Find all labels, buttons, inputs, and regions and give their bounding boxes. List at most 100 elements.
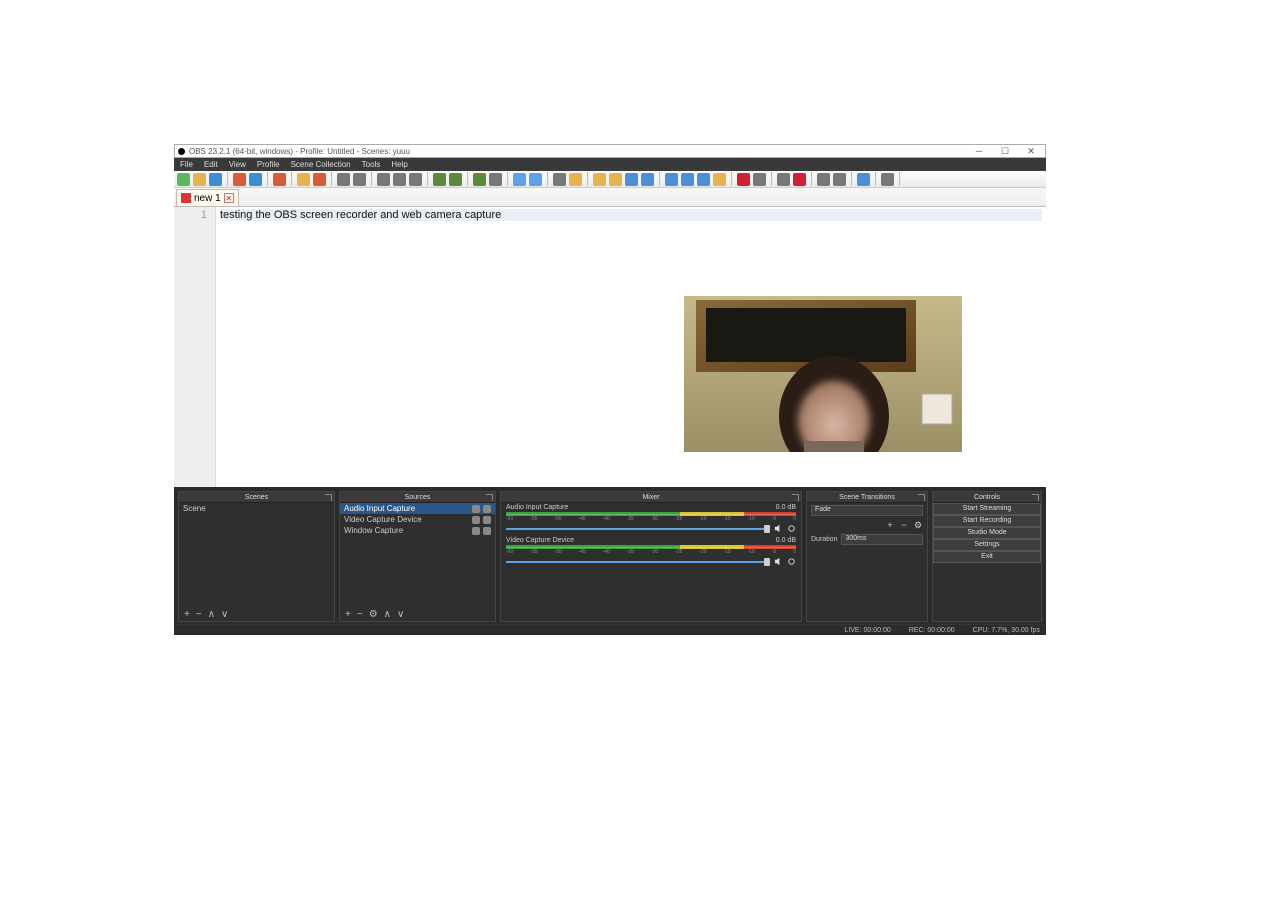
status-live: LIVE: 00:00:00 (844, 627, 890, 634)
toolbar-icon[interactable] (273, 173, 286, 186)
sources-list[interactable]: Audio Input Capture Video Capture Device… (340, 503, 495, 608)
source-item-video[interactable]: Video Capture Device (340, 514, 495, 525)
start-streaming-button[interactable]: Start Streaming (933, 503, 1041, 515)
webcam-overlay[interactable] (684, 296, 962, 452)
remove-source-button[interactable]: − (357, 609, 363, 620)
add-source-button[interactable]: + (345, 609, 351, 620)
menu-scene-collection[interactable]: Scene Collection (291, 158, 351, 171)
toolbar-icon[interactable] (881, 173, 894, 186)
code-line: testing the OBS screen recorder and web … (220, 209, 1042, 221)
minimize-button[interactable]: ─ (968, 146, 990, 156)
toolbar-icon[interactable] (297, 173, 310, 186)
dock-title-scenes[interactable]: Scenes (179, 492, 334, 503)
toolbar-icon[interactable] (513, 173, 526, 186)
source-item-audio[interactable]: Audio Input Capture (340, 503, 495, 514)
mixer-channel-video: Video Capture Device0.0 dB -60-55-50-45-… (501, 536, 801, 569)
toolbar-icon[interactable] (353, 173, 366, 186)
source-down-button[interactable]: ∨ (397, 609, 404, 620)
transition-settings-button[interactable]: ⚙ (913, 520, 923, 530)
toolbar-icon[interactable] (393, 173, 406, 186)
toolbar-icon[interactable] (777, 173, 790, 186)
volume-slider[interactable] (506, 528, 770, 530)
toolbar-icon[interactable] (473, 173, 486, 186)
dock-title-sources[interactable]: Sources (340, 492, 495, 503)
exit-button[interactable]: Exit (933, 551, 1041, 563)
preview-area[interactable]: new 1 ✕ 1 testing the OBS screen recorde… (174, 171, 1046, 487)
toolbar-icon[interactable] (193, 173, 206, 186)
visibility-icon[interactable] (472, 505, 480, 513)
toolbar-icon[interactable] (609, 173, 622, 186)
tab-close-icon[interactable]: ✕ (224, 193, 234, 203)
transition-select[interactable]: Fade (811, 505, 923, 516)
mixer-ch-db: 0.0 dB (776, 537, 796, 544)
menu-profile[interactable]: Profile (257, 158, 280, 171)
toolbar-icon[interactable] (753, 173, 766, 186)
toolbar-icon[interactable] (489, 173, 502, 186)
gear-icon[interactable] (787, 557, 796, 566)
dock-title-controls[interactable]: Controls (933, 492, 1041, 503)
scene-up-button[interactable]: ∧ (208, 609, 215, 620)
visibility-icon[interactable] (472, 516, 480, 524)
toolbar-icon[interactable] (833, 173, 846, 186)
toolbar-icon[interactable] (713, 173, 726, 186)
toolbar-icon[interactable] (449, 173, 462, 186)
toolbar-icon[interactable] (857, 173, 870, 186)
menu-file[interactable]: File (180, 158, 193, 171)
maximize-button[interactable]: ☐ (994, 146, 1016, 156)
remove-transition-button[interactable]: − (899, 520, 909, 530)
toolbar-icon[interactable] (817, 173, 830, 186)
close-button[interactable]: ✕ (1020, 146, 1042, 156)
speaker-icon[interactable] (774, 524, 783, 533)
toolbar-icon[interactable] (737, 173, 750, 186)
studio-mode-button[interactable]: Studio Mode (933, 527, 1041, 539)
lock-icon[interactable] (483, 516, 491, 524)
add-scene-button[interactable]: + (184, 609, 190, 620)
toolbar-icon[interactable] (377, 173, 390, 186)
scenes-list[interactable]: Scene (179, 503, 334, 608)
toolbar-icon[interactable] (641, 173, 654, 186)
remove-scene-button[interactable]: − (196, 609, 202, 620)
toolbar-icon[interactable] (529, 173, 542, 186)
menu-help[interactable]: Help (391, 158, 407, 171)
toolbar-icon[interactable] (697, 173, 710, 186)
source-item-window[interactable]: Window Capture (340, 525, 495, 536)
menu-view[interactable]: View (229, 158, 246, 171)
toolbar-icon[interactable] (665, 173, 678, 186)
toolbar-icon[interactable] (569, 173, 582, 186)
dock-title-transitions[interactable]: Scene Transitions (807, 492, 927, 503)
toolbar-icon[interactable] (553, 173, 566, 186)
volume-slider[interactable] (506, 561, 770, 563)
toolbar-icon[interactable] (249, 173, 262, 186)
toolbar-icon[interactable] (409, 173, 422, 186)
menu-edit[interactable]: Edit (204, 158, 218, 171)
visibility-icon[interactable] (472, 527, 480, 535)
scene-down-button[interactable]: ∨ (221, 609, 228, 620)
lock-icon[interactable] (483, 527, 491, 535)
duration-input[interactable]: 300ms (841, 534, 923, 545)
menu-tools[interactable]: Tools (362, 158, 381, 171)
lock-icon[interactable] (483, 505, 491, 513)
dock-title-mixer[interactable]: Mixer (501, 492, 801, 503)
source-up-button[interactable]: ∧ (384, 609, 391, 620)
window-title: OBS 23.2.1 (64-bit, windows) - Profile: … (189, 147, 410, 156)
speaker-icon[interactable] (774, 557, 783, 566)
start-recording-button[interactable]: Start Recording (933, 515, 1041, 527)
status-cpu: CPU: 7.7%, 30.00 fps (973, 627, 1040, 634)
gear-icon[interactable] (787, 524, 796, 533)
scene-item[interactable]: Scene (179, 503, 334, 514)
toolbar-icon[interactable] (209, 173, 222, 186)
editor-tab[interactable]: new 1 ✕ (176, 189, 239, 206)
toolbar-icon[interactable] (593, 173, 606, 186)
toolbar-icon[interactable] (337, 173, 350, 186)
toolbar-icon[interactable] (681, 173, 694, 186)
toolbar-icon[interactable] (625, 173, 638, 186)
toolbar-icon[interactable] (793, 173, 806, 186)
toolbar-icon[interactable] (233, 173, 246, 186)
toolbar-icon[interactable] (177, 173, 190, 186)
settings-button[interactable]: Settings (933, 539, 1041, 551)
toolbar-icon[interactable] (313, 173, 326, 186)
toolbar-icon[interactable] (433, 173, 446, 186)
editor-toolbar (174, 171, 1046, 188)
source-settings-button[interactable]: ⚙ (369, 609, 378, 620)
add-transition-button[interactable]: + (885, 520, 895, 530)
